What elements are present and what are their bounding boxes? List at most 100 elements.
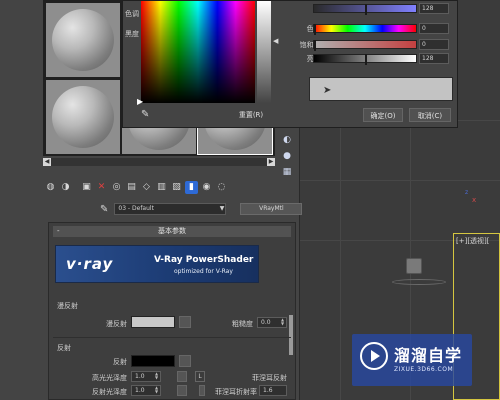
spinner-arrows-icon[interactable]: ▲ ▼: [155, 372, 160, 381]
axis-x-label: x: [472, 196, 477, 204]
diffuse-label: 漫反射: [106, 320, 127, 328]
go-forward-icon[interactable]: ◉: [200, 181, 213, 194]
diffuse-group-label: 漫反射: [57, 302, 78, 310]
hue-blackness-picker[interactable]: [141, 1, 255, 103]
toolbar-separator: [74, 181, 78, 194]
roughness-spinner[interactable]: 0.0 ▲ ▼: [257, 317, 287, 328]
material-name-row: ✎ 03 - Default ▼ VRayMtl: [100, 203, 303, 215]
watermark: 溜溜自学 ZIXUE.3D66.COM: [352, 334, 472, 386]
color-slider-row: 饱和度: 0: [273, 39, 453, 51]
material-map-navigator-icon[interactable]: ◌: [215, 181, 228, 194]
chevron-down-icon[interactable]: ▼: [220, 204, 225, 214]
mouse-cursor-icon: ➤: [323, 85, 332, 96]
slider-value-field[interactable]: 128: [419, 3, 449, 14]
whiteness-bar[interactable]: [257, 1, 271, 103]
put-to-scene-icon[interactable]: ◑: [59, 181, 72, 194]
parameters-scrollbar[interactable]: [289, 315, 293, 355]
reflection-group-label: 反射: [57, 344, 71, 352]
color-slider-row: 蓝:128: [273, 3, 453, 15]
hilight-gloss-map-button[interactable]: [177, 371, 187, 382]
color-slider-row: 色调:0: [273, 23, 453, 35]
cancel-button[interactable]: 取消(C): [409, 108, 451, 122]
reflect-color-swatch[interactable]: [131, 355, 175, 367]
play-logo-icon: [360, 342, 388, 370]
slider-knob[interactable]: [314, 40, 316, 51]
reflect-gloss-map-button[interactable]: [177, 385, 187, 396]
lock-button[interactable]: L: [195, 371, 205, 382]
vray-logo: v·ray: [66, 255, 114, 273]
banner-title: V-Ray PowerShader: [154, 255, 254, 265]
spinner-arrows-icon[interactable]: ▲ ▼: [281, 318, 286, 327]
slider-track[interactable]: [313, 4, 417, 15]
color-selector-dialog: 色调 黑度 ▶ ◀ 蓝:128色调:0饱和度:0亮度:128 ➤ ✎ 重置(R)…: [122, 0, 458, 128]
hilight-gloss-label: 高光光泽度: [92, 374, 127, 382]
eyedropper-icon[interactable]: ✎: [100, 204, 108, 215]
backlight-icon[interactable]: ●: [280, 150, 294, 162]
slider-value-field[interactable]: 128: [419, 53, 449, 64]
diffuse-map-button[interactable]: [179, 316, 191, 328]
slider-knob[interactable]: [314, 24, 316, 35]
material-sphere: [52, 9, 114, 71]
hue-axis-label: 色调: [125, 10, 139, 18]
slot-scrollbar[interactable]: ◀ ▶: [43, 158, 275, 166]
parameters-panel: - 基本参数 v·ray V-Ray PowerShader optimized…: [48, 222, 296, 400]
make-unique-icon[interactable]: ◎: [110, 181, 123, 194]
fresnel-ior-spinner[interactable]: 1.6: [259, 385, 287, 396]
scene-object[interactable]: [406, 258, 422, 274]
scroll-right-arrow-icon[interactable]: ▶: [267, 158, 275, 166]
reflect-map-button[interactable]: [179, 355, 191, 367]
reflect-label: 反射: [113, 358, 127, 366]
material-sphere: [52, 86, 114, 148]
reflect-gloss-value: 1.0: [135, 387, 145, 394]
slider-value-field[interactable]: 0: [419, 39, 449, 50]
material-name-field[interactable]: 03 - Default ▼: [114, 203, 227, 215]
hilight-gloss-spinner[interactable]: 1.0 ▲ ▼: [131, 371, 161, 382]
collapse-icon[interactable]: -: [57, 226, 60, 237]
go-to-parent-icon[interactable]: ▮: [185, 180, 198, 194]
sample-slot[interactable]: [46, 80, 120, 154]
sample-slot[interactable]: [46, 3, 120, 77]
get-material-icon[interactable]: ◍: [44, 181, 57, 194]
fresnel-label: 菲涅耳反射: [252, 374, 287, 382]
material-toolbar: ◍ ◑ ▣ ✕ ◎ ▤ ◇ ▥ ▧ ▮ ◉ ◌: [44, 180, 228, 194]
eyedropper-icon[interactable]: ✎: [141, 109, 149, 120]
scroll-left-arrow-icon[interactable]: ◀: [43, 158, 51, 166]
slider-track[interactable]: [313, 40, 417, 51]
watermark-url: ZIXUE.3D66.COM: [394, 366, 454, 373]
vray-banner: v·ray V-Ray PowerShader optimized for V-…: [55, 245, 259, 283]
fresnel-ior-value: 1.6: [263, 387, 273, 394]
hilight-gloss-value: 1.0: [135, 373, 145, 380]
slider-track[interactable]: [313, 24, 417, 35]
roughness-label: 粗糙度: [232, 320, 253, 328]
put-to-library-icon[interactable]: ▤: [125, 181, 138, 194]
reset-map-icon[interactable]: ✕: [95, 181, 108, 194]
spinner-arrows-icon[interactable]: ▲ ▼: [155, 386, 160, 395]
diffuse-color-swatch[interactable]: [131, 316, 175, 328]
reset-button[interactable]: 重置(R): [231, 108, 271, 122]
viewport-label[interactable]: [+][透视][: [456, 236, 490, 246]
show-map-icon[interactable]: ▥: [155, 181, 168, 194]
slider-knob[interactable]: [365, 54, 367, 65]
ok-button[interactable]: 确定(O): [363, 108, 403, 122]
divider: [53, 337, 291, 338]
slider-track[interactable]: [313, 54, 417, 65]
background-icon[interactable]: ▦: [280, 166, 294, 178]
assign-to-selection-icon[interactable]: ▣: [80, 181, 93, 194]
watermark-title: 溜溜自学: [394, 346, 463, 365]
color-slider-row: 亮度:128: [273, 53, 453, 65]
slider-value-field[interactable]: 0: [419, 23, 449, 34]
hue-marker-icon[interactable]: ▶: [137, 97, 143, 106]
rollout-header[interactable]: - 基本参数: [53, 226, 291, 237]
material-id-icon[interactable]: ◇: [140, 181, 153, 194]
reflect-gloss-spinner[interactable]: 1.0 ▲ ▼: [131, 385, 161, 396]
blackness-axis-label: 黑度: [125, 30, 139, 38]
fresnel-ior-label: 菲涅耳折射率: [215, 388, 257, 396]
sample-type-icon[interactable]: ◐: [280, 134, 294, 146]
show-end-result-icon[interactable]: ▧: [170, 181, 183, 194]
grid-line: [300, 180, 500, 181]
material-name-value: 03 - Default: [118, 205, 154, 212]
banner-subtitle: optimized for V-Ray: [174, 268, 233, 275]
material-type-button[interactable]: VRayMtl: [240, 203, 303, 215]
slider-knob[interactable]: [365, 4, 367, 15]
rollout-title: 基本参数: [158, 227, 186, 235]
